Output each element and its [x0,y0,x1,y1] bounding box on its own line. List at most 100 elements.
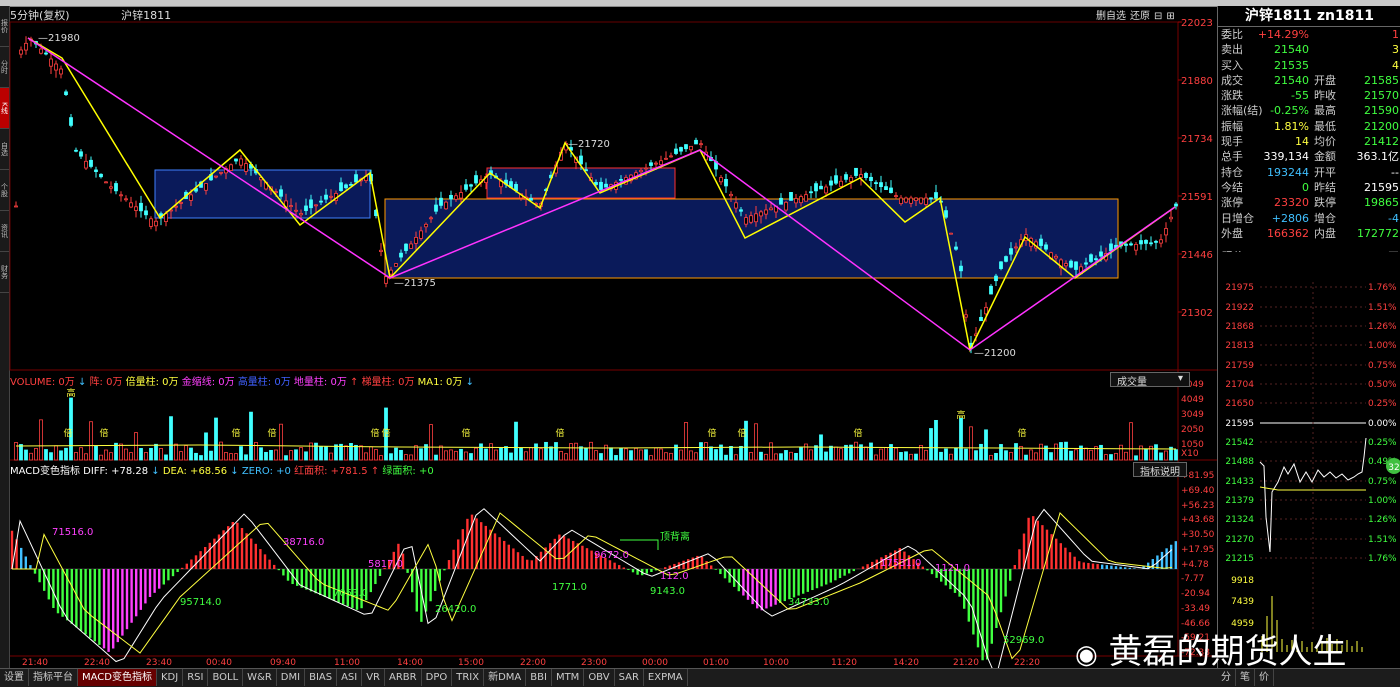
quote-row-value-right: 21590 [1364,104,1399,118]
indicator-tab[interactable]: 指标平台 [29,669,78,686]
volume-bar [794,452,798,461]
quote-row-value-right: 19865 [1364,196,1399,210]
volume-bar [134,432,138,461]
indicator-tab[interactable]: DMI [277,669,306,686]
chart-canvas[interactable]: 22023 21880 21734 21591 21446 21302 —21980 —213… [0,0,1217,668]
volume-bar [459,448,463,461]
candle-body [929,197,933,200]
volume-bar [594,450,598,461]
macd-legend-item: DEA: +68.56 [162,466,231,477]
volume-bar [584,447,588,461]
candle-body [109,186,113,189]
indicator-tab[interactable]: MACD变色指标 [78,669,157,686]
indicator-tab[interactable]: BOLL [208,669,244,686]
volume-select[interactable]: 成交量 ▾ [1110,372,1190,388]
quote-row-value-right: 21570 [1364,89,1399,103]
volume-bar [1064,441,1068,461]
macd-value-label: 52969.0 [1003,635,1044,646]
volume-bar [79,447,83,461]
price-low-label: —21375 [394,278,436,289]
quote-row-value: -55 [1291,89,1309,103]
macd-value-label: 1771.0 [552,582,587,593]
candle-body [49,58,53,67]
candle-body [94,169,98,173]
indicator-tab[interactable]: BIAS [305,669,338,686]
time-axis-label: 14:20 [893,658,919,668]
candle-body [1069,260,1073,268]
candle-body [144,210,148,216]
volume-legend-item: ↓ [77,377,90,388]
indicator-tab[interactable]: BBI [526,669,552,686]
indicator-tab[interactable]: 设置 [0,669,29,686]
volume-bar [749,452,753,461]
candle-body [244,163,248,172]
candle-body [64,91,68,96]
volume-bar [734,454,738,461]
indicator-tab[interactable]: KDJ [157,669,184,686]
candle-body [299,213,303,216]
watermark-text: ◉ 黄磊的期货人生 [1075,624,1347,673]
candle-body [439,197,443,206]
candle-body [579,155,583,165]
volume-bar [1084,447,1088,461]
macd-legend-item: ↑ [370,466,383,477]
volume-bar [769,442,773,461]
indicator-tab[interactable]: EXPMA [644,669,688,686]
volume-bar [1164,450,1168,461]
candle-body [764,209,768,215]
volume-bar [49,452,53,461]
time-axis-label: 11:20 [831,658,857,668]
macd-dea-line [12,512,1173,660]
volume-bar [1049,452,1053,461]
volume-bar [679,449,683,461]
volume-bar [619,447,623,461]
candle-body [354,174,358,183]
divergence-marker [620,539,659,550]
time-axis-label: 22:40 [84,658,110,668]
volume-bar [214,417,218,461]
indicator-tab[interactable]: ARBR [385,669,422,686]
candle-body [689,145,693,151]
candle-body [469,184,473,187]
indicator-tab[interactable]: OBV [584,669,615,686]
indicator-tab[interactable]: TRIX [452,669,485,686]
volume-bar [444,450,448,461]
candle-body [944,210,948,218]
indicator-help-button[interactable]: 指标说明 [1133,462,1187,478]
volume-mark: 倍 [555,427,564,439]
quote-row: 现手 14 均价 21412 [1218,134,1400,149]
volume-bar [999,444,1003,461]
quote-row-label: 成交 [1221,73,1243,87]
volume-bar [969,426,973,461]
intraday-mini-chart[interactable]: 21975 21922 21868 21813 21759 21704 21650 21595… [1217,252,1400,668]
volume-bar [929,428,933,461]
indicator-tab[interactable]: VR [362,669,386,686]
volume-legend-item: 阵: 0万 [89,377,126,388]
indicator-tab[interactable]: DPO [422,669,453,686]
candle-body [684,144,688,150]
mini-left-axis-label: 21759 [1225,361,1254,371]
quote-row-value: 21535 [1274,58,1309,72]
indicator-tab[interactable]: MTM [552,669,585,686]
macd-legend-item: ZERO: +0 [241,466,295,477]
volume-bar [169,416,173,461]
candle-body [874,182,878,185]
volume-bar [624,448,628,461]
volume-bar [284,455,288,461]
quote-row-label-right: 均价 [1314,135,1336,149]
indicator-tab[interactable]: W&R [243,669,277,686]
candle-body [274,191,278,194]
candle-body [769,207,773,211]
volume-mark: 倍 [99,427,108,439]
mini-left-axis-label: 21650 [1225,399,1254,409]
indicator-tab[interactable]: ASI [337,669,363,686]
indicator-tab[interactable]: 新DMA [484,669,527,686]
volume-bar [709,446,713,461]
macd-axis-label: +69.40 [1181,486,1215,496]
indicator-tab[interactable]: SAR [615,669,644,686]
volume-bar [564,453,568,461]
candle-body [949,232,953,235]
volume-bar [239,446,243,461]
indicator-tab[interactable]: RSI [183,669,209,686]
time-axis-label: 10:00 [763,658,789,668]
